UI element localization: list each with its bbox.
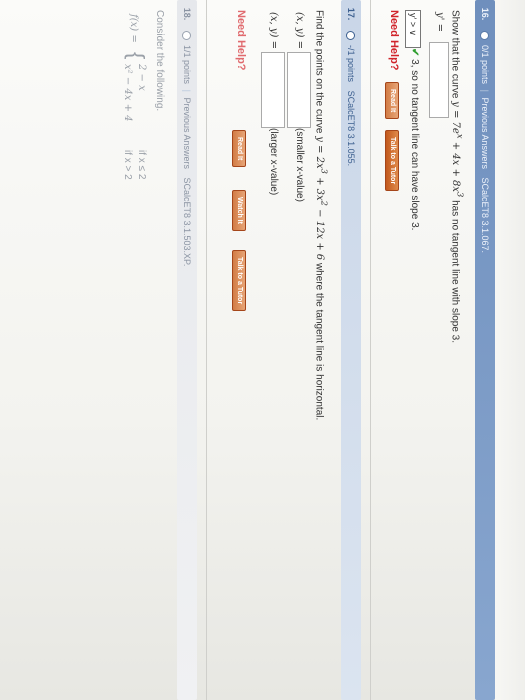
point1-note: (smaller x-value) — [294, 128, 305, 202]
screen-scene: 16. 0/1 points | Previous Answers SCalcE… — [0, 0, 525, 700]
read-it-button[interactable]: Read It — [232, 130, 246, 168]
yprime-label: y' = — [434, 12, 445, 32]
question-16-prompt: Show that the curve y = 7ex + 4x + 8x3 h… — [450, 10, 465, 343]
talk-to-tutor-button[interactable]: Talk to a Tutor — [385, 130, 399, 192]
status-dot-icon — [345, 30, 355, 40]
status-dot-icon — [479, 30, 489, 40]
equation: y = 7ex + 4x + 8x3 — [449, 101, 465, 197]
question-17-prompt: Find the points on the curve y = 2x3 + 3… — [314, 10, 329, 420]
point1-answer-input[interactable] — [287, 52, 311, 128]
yprime-answer-input[interactable] — [429, 42, 449, 118]
question-18-prompt: Consider the following. — [154, 10, 165, 112]
question-source: SCalcET8 3.1.503.XP. — [182, 177, 192, 267]
correct-check-icon: ✔ — [409, 48, 420, 57]
status-dot-icon — [181, 30, 191, 40]
question-number: 16. — [480, 7, 490, 21]
section-divider — [206, 0, 207, 700]
equation-part: + 3x — [313, 173, 325, 201]
question-points: 0/1 points — [480, 45, 490, 85]
prompt-text: Show that the curve — [449, 10, 461, 99]
watch-it-button[interactable]: Watch It — [232, 190, 246, 231]
question-source: SCalcET8 3.1.067. — [480, 177, 490, 254]
point2-label: (x, y) = — [268, 12, 279, 50]
talk-to-tutor-button[interactable]: Talk to a Tutor — [232, 250, 246, 312]
point2-note: (larger x-value) — [268, 128, 279, 196]
section-divider — [370, 0, 371, 700]
question-points: 1/1 points — [182, 45, 192, 85]
comparison-select[interactable]: y' > ∨ — [405, 10, 421, 48]
question-16-body: Show that the curve y = 7ex + 4x + 8x3 h… — [380, 0, 475, 700]
equation-part: − 12x + 6 — [313, 205, 325, 261]
equation: y = 2x3 + 3x2 − 12x + 6 — [313, 136, 329, 261]
prompt-text: has no tangent line with slope 3. — [449, 200, 461, 344]
need-help-label: Need Help? — [235, 10, 247, 71]
equation-part: y = 2x — [313, 136, 325, 169]
page-margin — [495, 0, 525, 700]
question-18-header: 18. 1/1 points | Previous Answers SCalcE… — [177, 0, 197, 700]
point2-answer-input[interactable] — [261, 52, 285, 128]
point1-label: (x, y) = — [294, 12, 305, 50]
question-18-body: Consider the following. f(x) = { 2 − x i… — [97, 0, 177, 700]
question-17-body: Find the points on the curve y = 2x3 + 3… — [221, 0, 341, 700]
equation-part: + 4x + 8x — [449, 138, 461, 193]
comparison-result: ✔ 3, so no tangent line can have slope 3… — [409, 48, 420, 230]
previous-answers-link[interactable]: Previous Answers — [480, 97, 490, 169]
piece-1: 2 − x — [136, 64, 147, 91]
need-help-label: Need Help? — [388, 10, 400, 71]
prompt-text: where the tangent line is horizontal. — [313, 262, 325, 421]
condition-1: if x ≤ 2 — [136, 150, 147, 180]
question-number: 17. — [346, 7, 356, 21]
question-points: -/1 points — [346, 45, 356, 83]
question-source: SCalcET8 3.1.055. — [346, 90, 356, 167]
condition-2: if x > 2 — [122, 150, 133, 180]
piecewise-brace: { — [124, 52, 149, 60]
previous-answers-link[interactable]: Previous Answers — [182, 97, 192, 169]
question-16-header: 16. 0/1 points | Previous Answers SCalcE… — [475, 0, 495, 700]
question-17-header: 17. -/1 points SCalcET8 3.1.055. — [341, 0, 361, 700]
comparison-text: 3, so no tangent line can have slope 3. — [409, 59, 420, 231]
equation-part: y = 7e — [449, 101, 461, 134]
function-label: f(x) = — [128, 14, 139, 43]
question-number: 18. — [182, 7, 192, 21]
piece-2: x² − 4x + 4 — [122, 64, 133, 122]
read-it-button[interactable]: Read It — [385, 82, 399, 120]
prompt-text: Find the points on the curve — [313, 10, 325, 134]
exponent: 3 — [455, 192, 465, 198]
